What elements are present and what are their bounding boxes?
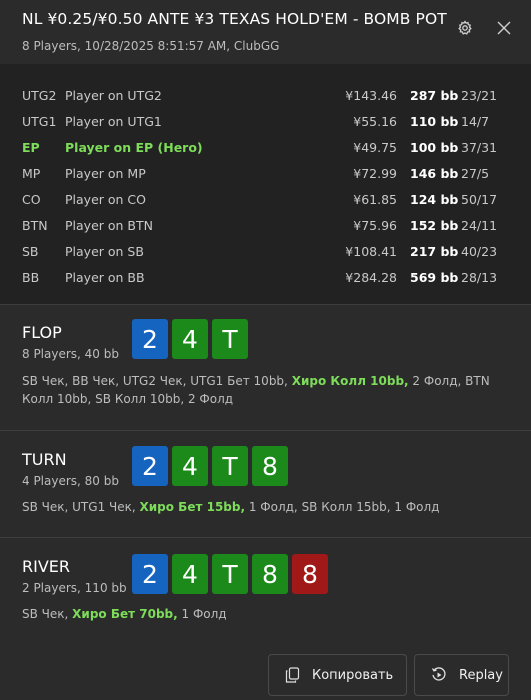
player-row: SB Player on SB ¥108.41 217 bb 40/23 [0,239,531,265]
actions-text: SB Чек, UTG1 Чек, [22,500,140,514]
player-row: UTG2 Player on UTG2 ¥143.46 287 bb 23/21 [0,83,531,109]
board-card: 2 [132,554,168,594]
player-stack: ¥49.75 [353,140,397,155]
replay-button[interactable]: Replay [414,654,509,696]
player-position: MP [22,166,41,181]
player-stack: ¥72.99 [353,166,397,181]
street-actions: SB Чек, Хиро Бет 70bb, 1 Фолд [22,605,492,623]
actions-text: SB Чек, [22,607,73,621]
board-card: 8 [292,554,328,594]
board-card: T [212,319,248,359]
player-name: Player on UTG1 [65,114,162,129]
player-row-hero: EP Player on EP (Hero) ¥49.75 100 bb 37/… [0,135,531,161]
player-row: BB Player on BB ¥284.28 569 bb 28/13 [0,265,531,291]
board-cards: 2 4 T 8 8 [132,554,328,594]
player-position: BTN [22,218,48,233]
player-position: CO [22,192,41,207]
street-turn: TURN 4 Players, 80 bb 2 4 T 8 SB Чек, UT… [0,431,531,537]
hero-action: Хиро Бет 70bb, [72,607,178,621]
street-players-pot: 2 Players, 110 bb [22,581,127,595]
board-card: 4 [172,319,208,359]
player-name: Player on MP [65,166,146,181]
player-stack: ¥75.96 [353,218,397,233]
player-stack: ¥284.28 [345,270,397,285]
street-flop: FLOP 8 Players, 40 bb 2 4 T SB Чек, BB Ч… [0,305,531,430]
hero-action: Хиро Бет 15bb, [139,500,246,514]
hand-history-window: NL ¥0.25/¥0.50 ANTE ¥3 TEXAS HOLD'EM - B… [0,0,531,700]
player-position: UTG2 [22,88,57,103]
street-players-pot: 4 Players, 80 bb [22,474,119,488]
board-cards: 2 4 T 8 [132,446,288,486]
player-stats: 23/21 [461,88,498,103]
player-stack-bb: 110 bb [410,114,459,129]
street-name: TURN [22,450,67,469]
player-stack-bb: 152 bb [410,218,459,233]
player-stats: 40/23 [461,244,498,259]
player-stack: ¥61.85 [353,192,397,207]
street-river: RIVER 2 Players, 110 bb 2 4 T 8 8 SB Чек… [0,538,531,638]
player-stats: 24/11 [461,218,498,233]
board-card: 4 [172,554,208,594]
board-card: 8 [252,446,288,486]
player-stack-bb: 217 bb [410,244,459,259]
player-position: BB [22,270,40,285]
board-card: 2 [132,319,168,359]
actions-text: 1 Фолд, SB Колл 15bb, 1 Фолд [245,500,440,514]
player-row: CO Player on CO ¥61.85 124 bb 50/17 [0,187,531,213]
player-stack-bb: 569 bb [410,270,459,285]
player-stack: ¥55.16 [353,114,397,129]
player-name: Player on BTN [65,218,153,233]
header: NL ¥0.25/¥0.50 ANTE ¥3 TEXAS HOLD'EM - B… [0,0,531,64]
player-row: BTN Player on BTN ¥75.96 152 bb 24/11 [0,213,531,239]
board-card: 8 [252,554,288,594]
street-name: RIVER [22,557,71,576]
gear-icon [458,20,472,35]
board-card: 2 [132,446,168,486]
player-stack: ¥108.41 [345,244,397,259]
settings-button[interactable] [453,16,477,40]
close-button[interactable] [492,16,516,40]
player-stats: 14/7 [461,114,490,129]
player-name: Player on UTG2 [65,88,162,103]
street-players-pot: 8 Players, 40 bb [22,347,119,361]
copy-button-label: Копировать [312,667,394,683]
player-position: UTG1 [22,114,57,129]
street-actions: SB Чек, BB Чек, UTG2 Чек, UTG1 Бет 10bb,… [22,372,492,408]
copy-icon [285,667,300,683]
replay-icon [431,667,447,683]
player-row: UTG1 Player on UTG1 ¥55.16 110 bb 14/7 [0,109,531,135]
player-name: Player on EP (Hero) [65,140,203,155]
hand-subtitle: 8 Players, 10/28/2025 8:51:57 AM, ClubGG [22,39,280,53]
hero-action: Хиро Колл 10bb, [291,374,409,388]
actions-text: 1 Фолд [177,607,227,621]
board-card: 4 [172,446,208,486]
replay-button-label: Replay [459,667,503,683]
player-stack-bb: 146 bb [410,166,459,181]
copy-button[interactable]: Копировать [268,654,407,696]
street-actions: SB Чек, UTG1 Чек, Хиро Бет 15bb, 1 Фолд,… [22,498,492,516]
board-card: T [212,554,248,594]
player-name: Player on SB [65,244,144,259]
player-stack: ¥143.46 [345,88,397,103]
street-name: FLOP [22,323,62,342]
player-stats: 37/31 [461,140,498,155]
player-stack-bb: 287 bb [410,88,459,103]
player-stats: 28/13 [461,270,498,285]
player-stats: 27/5 [461,166,490,181]
actions-text: SB Чек, BB Чек, UTG2 Чек, UTG1 Бет 10bb, [22,374,292,388]
player-name: Player on BB [65,270,145,285]
hand-title: NL ¥0.25/¥0.50 ANTE ¥3 TEXAS HOLD'EM - B… [22,10,447,28]
player-row: MP Player on MP ¥72.99 146 bb 27/5 [0,161,531,187]
player-name: Player on CO [65,192,146,207]
players-table: UTG2 Player on UTG2 ¥143.46 287 bb 23/21… [0,64,531,304]
player-stats: 50/17 [461,192,498,207]
board-card: T [212,446,248,486]
player-stack-bb: 124 bb [410,192,459,207]
player-position: SB [22,244,39,259]
player-position: EP [22,140,40,155]
board-cards: 2 4 T [132,319,248,359]
close-icon [497,21,511,35]
player-stack-bb: 100 bb [410,140,459,155]
